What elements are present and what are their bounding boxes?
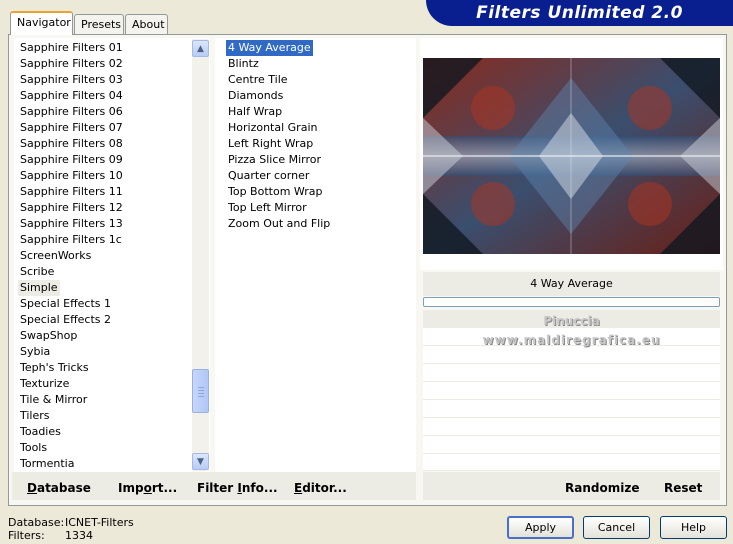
filter-item[interactable]: Quarter corner <box>226 168 311 184</box>
category-item[interactable]: Sapphire Filters 10 <box>18 168 125 184</box>
param-row <box>423 418 720 436</box>
filter-item[interactable]: Blintz <box>226 56 261 72</box>
preview-image <box>423 58 720 254</box>
param-row <box>423 364 720 382</box>
category-item[interactable]: Sapphire Filters 07 <box>18 120 125 136</box>
category-item[interactable]: Sapphire Filters 08 <box>18 136 125 152</box>
scroll-down-icon: ▼ <box>197 456 204 467</box>
watermark-line2: www.maldiregrafica.eu <box>482 333 661 347</box>
category-item[interactable]: Special Effects 1 <box>18 296 113 312</box>
category-item[interactable]: Teph's Tricks <box>18 360 91 376</box>
scroll-up-icon: ▲ <box>197 43 204 54</box>
tab-presets[interactable]: Presets <box>74 14 124 34</box>
category-item[interactable]: Sapphire Filters 03 <box>18 72 125 88</box>
database-button[interactable]: Database <box>27 481 91 495</box>
category-item[interactable]: Sapphire Filters 02 <box>18 56 125 72</box>
param-row <box>423 454 720 471</box>
category-item[interactable]: Sapphire Filters 1c <box>18 232 124 248</box>
filter-item[interactable]: 4 Way Average <box>226 40 313 56</box>
category-item[interactable]: Texturize <box>18 376 71 392</box>
editor-button[interactable]: Editor... <box>294 481 347 495</box>
tab-navigator[interactable]: Navigator <box>10 11 73 35</box>
filter-item[interactable]: Left Right Wrap <box>226 136 315 152</box>
scroll-up-button[interactable]: ▲ <box>192 40 209 57</box>
progress-bar <box>423 297 720 307</box>
category-item[interactable]: Sapphire Filters 06 <box>18 104 125 120</box>
filter-item[interactable]: Top Left Mirror <box>226 200 309 216</box>
category-item[interactable]: Scribe <box>18 264 56 280</box>
filter-item[interactable]: Zoom Out and Flip <box>226 216 332 232</box>
preview-filter-name: 4 Way Average <box>423 272 720 296</box>
category-item[interactable]: Sapphire Filters 11 <box>18 184 125 200</box>
category-item[interactable]: Sapphire Filters 09 <box>18 152 125 168</box>
category-item[interactable]: Toadies <box>18 424 63 440</box>
database-value: ICNET-Filters <box>65 516 134 529</box>
cancel-button[interactable]: Cancel <box>583 516 650 539</box>
category-item[interactable]: Sapphire Filters 04 <box>18 88 125 104</box>
param-row <box>423 436 720 454</box>
filter-item[interactable]: Top Bottom Wrap <box>226 184 325 200</box>
category-item[interactable]: Sapphire Filters 01 <box>18 40 125 56</box>
filter-item[interactable]: Pizza Slice Mirror <box>226 152 323 168</box>
category-item[interactable]: Tools <box>18 440 49 456</box>
category-scrollbar[interactable]: ▲ ▼ <box>192 39 209 471</box>
app-title-banner: Filters Unlimited 2.0 <box>426 0 733 26</box>
filter-item[interactable]: Centre Tile <box>226 72 290 88</box>
category-item[interactable]: Special Effects 2 <box>18 312 113 328</box>
param-row <box>423 382 720 400</box>
category-item[interactable]: Sapphire Filters 13 <box>18 216 125 232</box>
category-item[interactable]: Tormentia <box>18 456 76 472</box>
randomize-button[interactable]: Randomize <box>565 481 639 495</box>
tab-about[interactable]: About <box>125 14 168 34</box>
filter-item[interactable]: Horizontal Grain <box>226 120 319 136</box>
filters-count: 1334 <box>65 529 93 542</box>
category-item[interactable]: Tile & Mirror <box>18 392 89 408</box>
filter-list[interactable]: 4 Way Average Blintz Centre Tile Diamonds Ha… <box>215 38 416 472</box>
filters-label: Filters: <box>8 529 45 542</box>
import-button[interactable]: Import... <box>118 481 177 495</box>
filter-item[interactable]: Diamonds <box>226 88 285 104</box>
param-row <box>423 346 720 364</box>
scroll-thumb[interactable] <box>192 369 209 413</box>
param-row <box>423 400 720 418</box>
category-item[interactable]: SwapShop <box>18 328 79 344</box>
category-list[interactable]: Sapphire Filters 01 Sapphire Filters 02 Sa… <box>14 38 210 472</box>
category-item[interactable]: Sapphire Filters 12 <box>18 200 125 216</box>
database-label: Database: <box>8 516 65 529</box>
watermark-line1: Pinuccia <box>543 314 600 328</box>
reset-button[interactable]: Reset <box>664 481 702 495</box>
category-item[interactable]: Sybia <box>18 344 52 360</box>
scroll-down-button[interactable]: ▼ <box>192 453 209 470</box>
category-item[interactable]: Tilers <box>18 408 52 424</box>
filter-info-button[interactable]: Filter Info... <box>197 481 278 495</box>
apply-button[interactable]: Apply <box>507 516 574 539</box>
category-item[interactable]: ScreenWorks <box>18 248 93 264</box>
help-button[interactable]: Help <box>660 516 727 539</box>
category-item[interactable]: Simple <box>18 280 60 296</box>
filter-item[interactable]: Half Wrap <box>226 104 284 120</box>
